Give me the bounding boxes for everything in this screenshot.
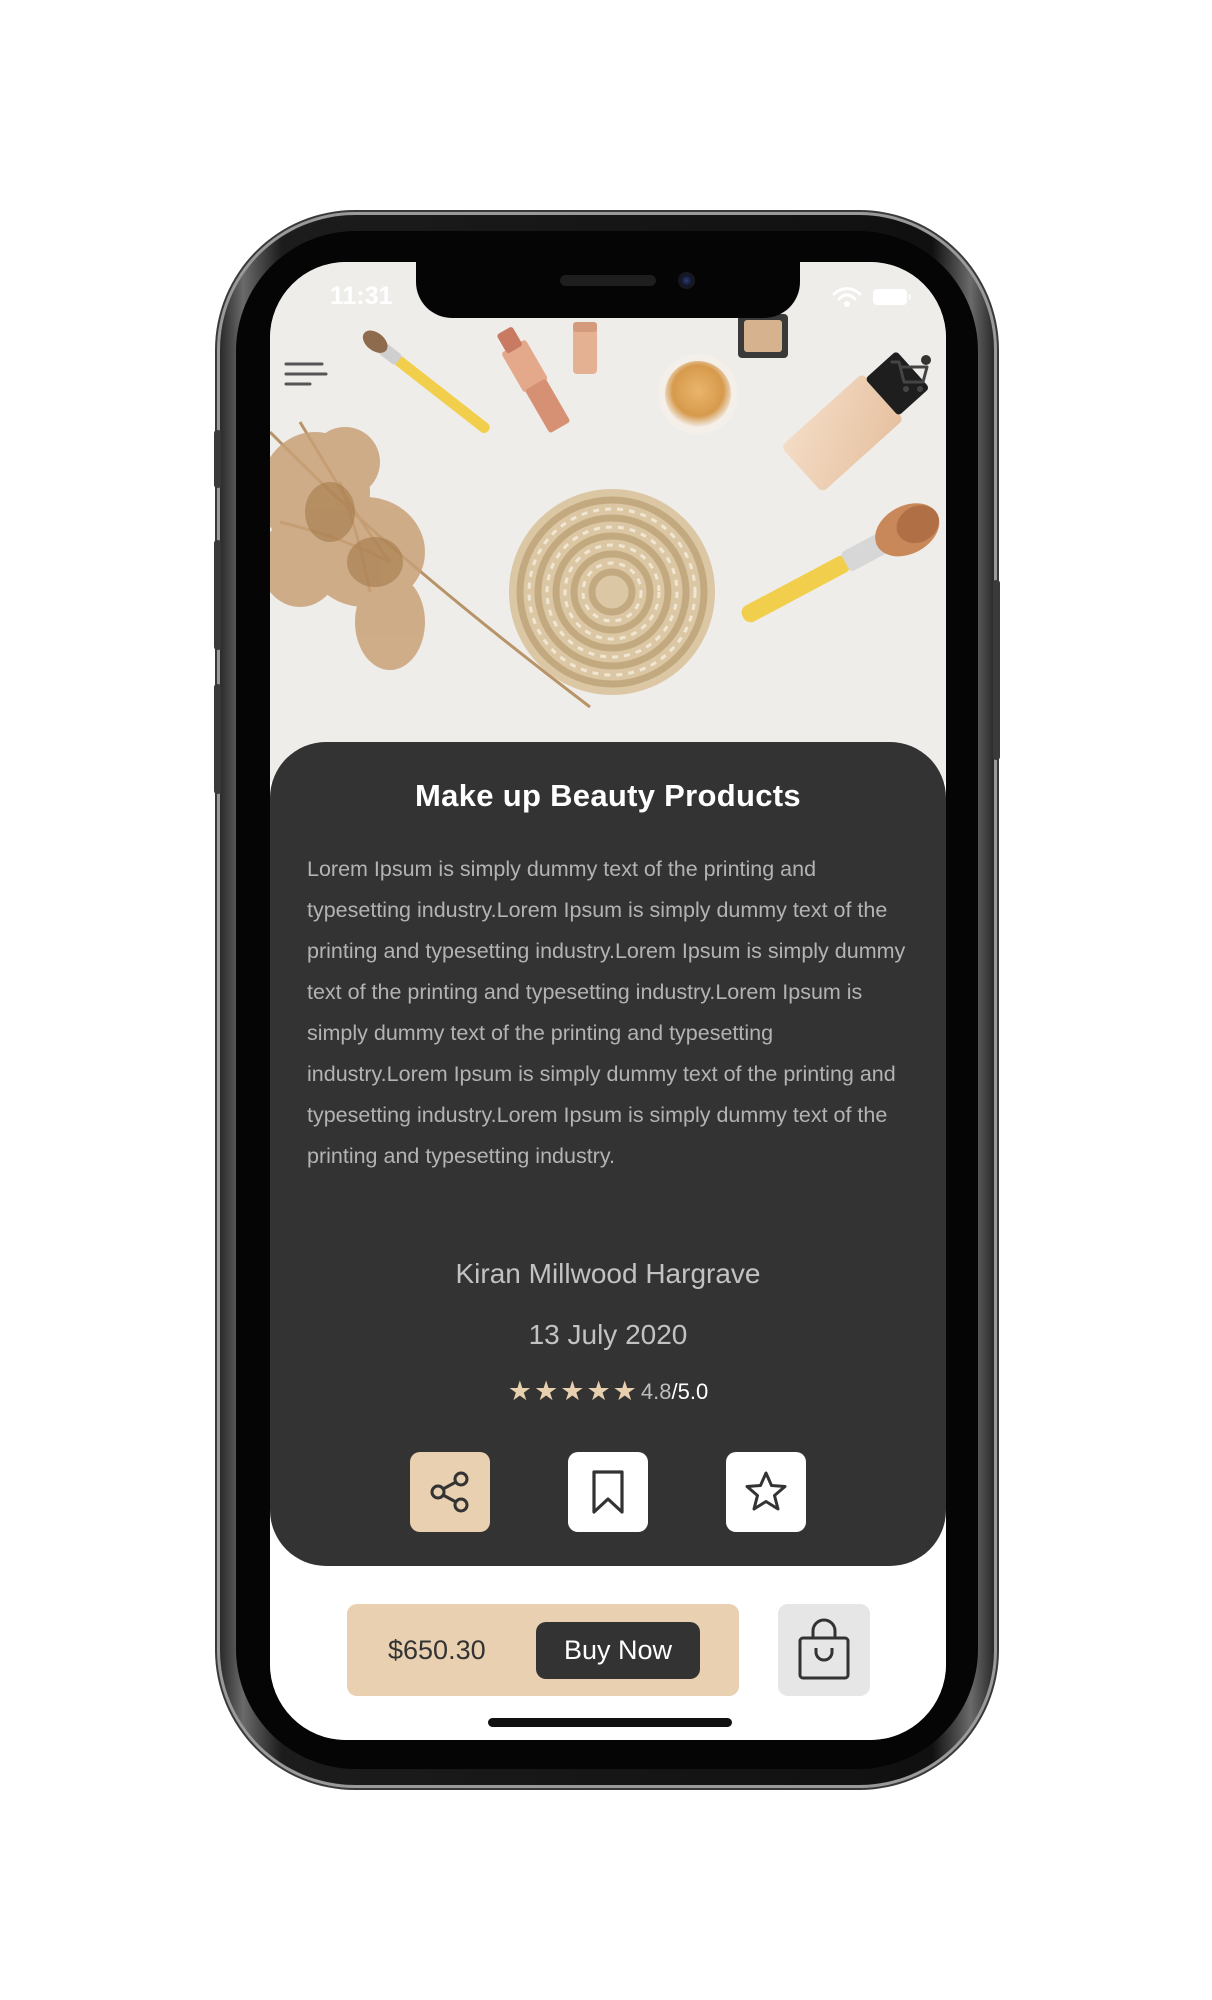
- battery-icon: [873, 289, 911, 305]
- star-outline-icon: [745, 1471, 787, 1511]
- share-button[interactable]: [410, 1452, 490, 1532]
- rating-max: /5.0: [671, 1378, 709, 1404]
- cart-icon[interactable]: [890, 354, 932, 399]
- product-description: Lorem Ipsum is simply dummy text of the …: [307, 857, 906, 1168]
- star-icon: ★: [534, 1376, 559, 1406]
- cosmetics-illustration: [270, 314, 940, 709]
- product-date: 13 July 2020: [528, 1319, 688, 1350]
- home-indicator[interactable]: [488, 1718, 732, 1727]
- speaker-grille: [560, 275, 656, 286]
- bookmark-icon: [592, 1470, 624, 1514]
- star-icon: ★: [507, 1376, 533, 1406]
- bookmark-button[interactable]: [568, 1452, 648, 1532]
- shopping-bag-button[interactable]: [778, 1604, 870, 1696]
- purchase-panel: $650.30 Buy Now: [347, 1604, 739, 1696]
- power-button: [993, 580, 1000, 760]
- device-notch: [416, 262, 800, 318]
- menu-icon[interactable]: [284, 360, 328, 395]
- star-icon: ★: [560, 1376, 585, 1406]
- mute-switch: [214, 430, 221, 488]
- product-title: Make up Beauty Products: [415, 778, 801, 813]
- price-label: $650.30: [388, 1635, 486, 1665]
- product-details-card: Make up Beauty Products Lorem Ipsum is s…: [270, 742, 946, 1566]
- status-icons: [832, 286, 912, 308]
- star-icon: ★: [586, 1376, 611, 1406]
- front-camera: [678, 272, 695, 289]
- favorite-button[interactable]: [726, 1452, 806, 1532]
- rating-value: 4.8: [640, 1378, 672, 1404]
- volume-down-button: [214, 684, 221, 794]
- status-time: 11:31: [330, 282, 393, 310]
- shopping-bag-icon: [798, 1618, 850, 1680]
- wifi-icon: [832, 287, 862, 307]
- share-icon: [430, 1471, 469, 1513]
- product-author: Kiran Millwood Hargrave: [455, 1258, 761, 1289]
- app-screen: 11:31 Make up Beauty Products Lorem Ipsu…: [270, 262, 946, 1740]
- volume-up-button: [214, 540, 221, 650]
- product-rating: ★ ★ ★ ★ ★ 4.8 /5.0: [270, 1378, 946, 1405]
- cart-badge: [921, 355, 931, 365]
- star-icon: ★: [612, 1376, 637, 1406]
- hero-image: [270, 262, 946, 782]
- buy-now-button[interactable]: Buy Now: [536, 1622, 700, 1679]
